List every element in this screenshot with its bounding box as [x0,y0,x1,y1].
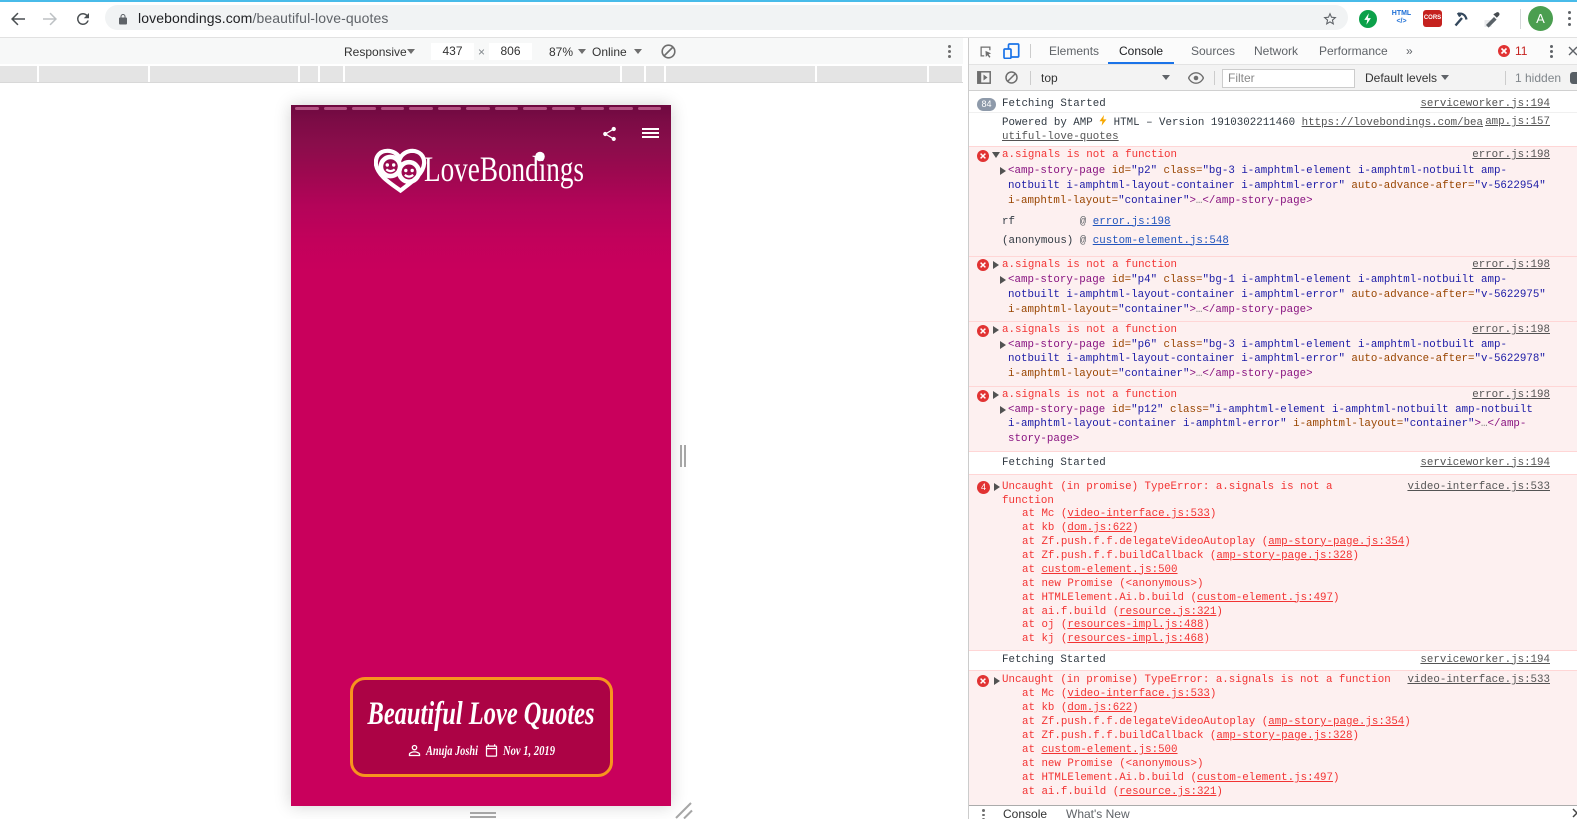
svg-text:Beautiful Love Quotes: Beautiful Love Quotes [367,696,595,732]
svg-text:LoveBondings: LoveBondings [424,149,584,189]
svg-text:Nov 1, 2019: Nov 1, 2019 [502,744,555,759]
svg-text:Anuja Joshi: Anuja Joshi [425,744,478,759]
